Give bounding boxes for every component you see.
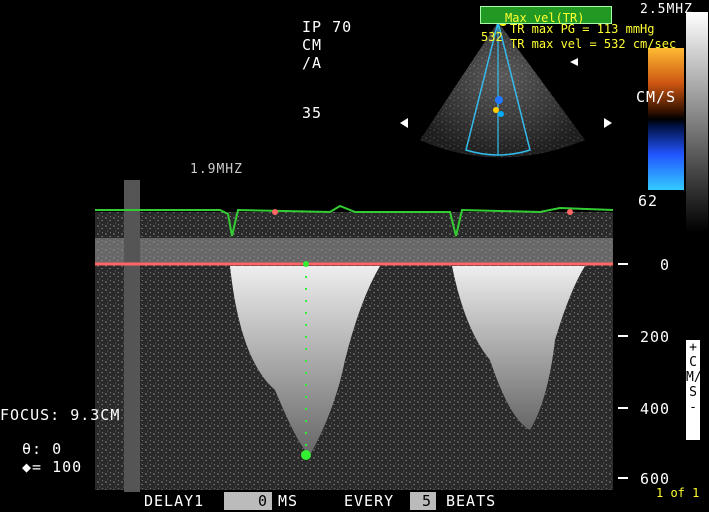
delay-value[interactable]: 0 xyxy=(224,492,272,510)
page-indicator: 1 of 1 xyxy=(656,486,700,500)
velocity-scale-ticks xyxy=(618,263,628,479)
beats-label: BEATS xyxy=(446,492,497,510)
scale-tick-200: 200 xyxy=(640,328,671,346)
caliper-start-point[interactable] xyxy=(303,261,309,267)
scale-tick-400: 400 xyxy=(640,400,671,418)
ultrasound-display xyxy=(95,12,708,492)
gain-value: ◆= 100 xyxy=(22,458,83,476)
angle-correction: θ: 0 xyxy=(22,440,63,458)
cm-label: CM xyxy=(302,36,323,54)
color-scale-max: 62 xyxy=(638,192,659,210)
delay-label: DELAY1 xyxy=(144,492,205,510)
color-scale-units: CM/S xyxy=(636,88,675,106)
color-velocity-bar xyxy=(648,48,684,190)
doppler-frequency-label: 1.9MHZ xyxy=(190,162,243,177)
depth-label: 35 xyxy=(302,104,323,122)
frequency-label: 2.5MHZ xyxy=(640,2,693,17)
tr-max-vel: TR max vel = 532 cm/sec xyxy=(510,37,677,51)
scale-units: +CM/S- xyxy=(686,340,702,440)
every-label: EVERY xyxy=(344,492,395,510)
doppler-spectrum xyxy=(95,180,613,492)
a-label: /A xyxy=(302,54,323,72)
focus-depth: FOCUS: 9.3CM xyxy=(0,406,121,424)
mechanical-index-label: IP 70 xyxy=(302,18,353,36)
scale-tick-0: 0 xyxy=(660,256,671,274)
every-value[interactable]: 5 xyxy=(410,492,436,510)
delay-units: MS xyxy=(278,492,299,510)
tr-max-pg: TR max PG = 113 mmHg xyxy=(510,22,655,36)
grayscale-bar xyxy=(686,12,708,232)
caliper-end-point[interactable] xyxy=(301,450,311,460)
